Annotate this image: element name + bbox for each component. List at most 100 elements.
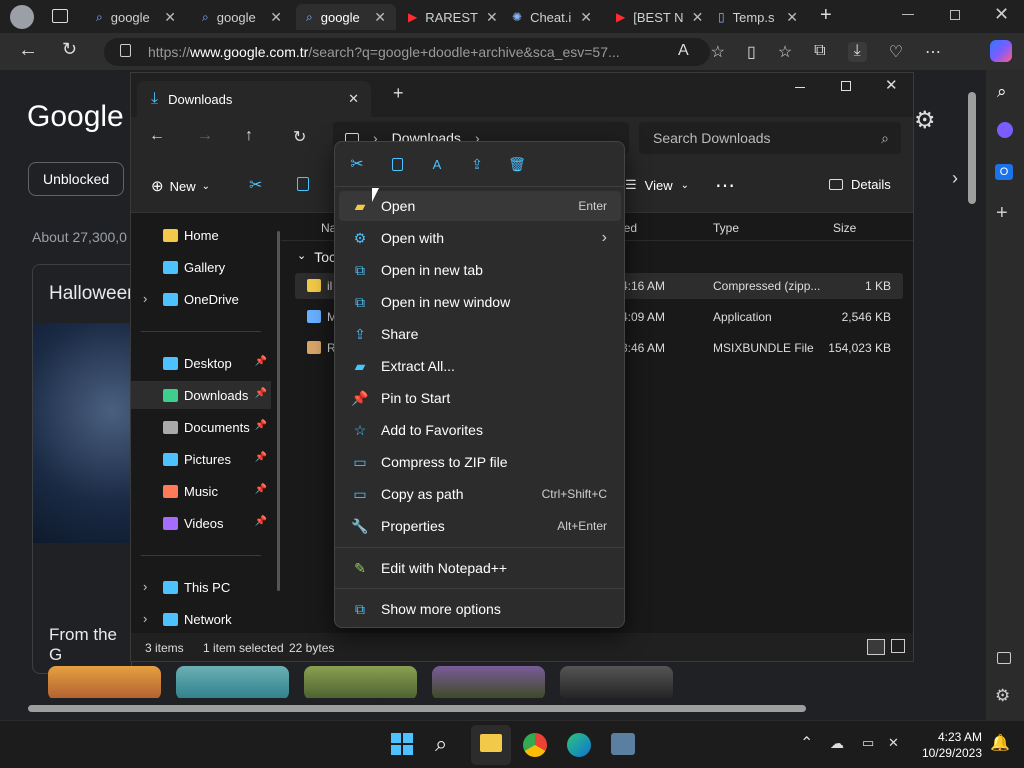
browser-tab[interactable]: ⌕ google ✕ (296, 4, 396, 30)
horizontal-scrollbar[interactable] (0, 698, 990, 720)
menu-item-add-to-favorites[interactable]: ☆ Add to Favorites (339, 415, 621, 445)
chrome-icon[interactable] (523, 733, 547, 757)
weather-icon[interactable]: ☁ (830, 735, 844, 752)
details-view-icon[interactable] (867, 639, 885, 655)
thumbnail-3[interactable] (304, 666, 417, 700)
network-icon[interactable]: ▭ (862, 735, 874, 751)
nav-item-documents[interactable]: Documents 📌 (131, 413, 271, 441)
vertical-scrollbar[interactable] (968, 92, 976, 204)
sidebar-toggle-icon[interactable] (997, 652, 1011, 664)
doodle-image[interactable] (33, 323, 131, 543)
volume-mute-icon[interactable]: ✕ (888, 735, 899, 751)
read-aloud-icon[interactable]: A (678, 42, 689, 62)
close-tab-icon[interactable]: ✕ (348, 91, 359, 107)
nav-item-desktop[interactable]: Desktop 📌 (131, 349, 271, 377)
delete-icon[interactable]: 🗑 (505, 152, 529, 176)
url-field[interactable]: https://www.google.com.tr/search?q=googl… (104, 38, 710, 66)
ex-close-icon[interactable]: ✕ (885, 76, 898, 94)
card-title[interactable]: Halloween (33, 265, 131, 323)
minimize-icon[interactable] (902, 14, 914, 15)
new-explorer-tab-button[interactable]: + (393, 83, 404, 104)
chevron-right-icon[interactable]: › (143, 579, 147, 594)
nav-item-downloads[interactable]: Downloads 📌 (131, 381, 271, 409)
terminal-icon[interactable] (611, 733, 635, 755)
more-menu-icon[interactable]: ⋯ (925, 42, 941, 62)
nav-item-home[interactable]: Home (131, 221, 271, 249)
nav-item-onedrive[interactable]: › OneDrive (131, 285, 271, 313)
scroll-thumb[interactable] (28, 705, 806, 712)
file-explorer-taskbar-icon[interactable] (471, 725, 511, 765)
details-button[interactable]: Details (829, 177, 891, 192)
split-screen-icon[interactable]: ▯ (747, 42, 756, 62)
copilot-sidebar-icon[interactable] (997, 122, 1013, 138)
explorer-tab[interactable]: ⤓ Downloads ✕ (137, 81, 371, 117)
browser-tab[interactable]: ▶ [BEST N ✕ (606, 4, 706, 30)
thumbnail-1[interactable] (48, 666, 161, 700)
favorite-icon[interactable]: ☆ (711, 42, 725, 62)
add-icon[interactable]: + (996, 202, 1008, 225)
thumbnail-2[interactable] (176, 666, 289, 700)
column-type[interactable]: Type (713, 221, 739, 235)
menu-item-share[interactable]: ⇪ Share (339, 319, 621, 349)
browser-tab[interactable]: ▶ RAREST ✕ (398, 4, 498, 30)
cut-icon[interactable]: ✂ (345, 152, 369, 176)
downloads-button[interactable]: ⤓ (847, 42, 867, 62)
browser-tab[interactable]: ⌕ google ✕ (86, 4, 186, 30)
start-icon[interactable] (391, 733, 413, 755)
close-tab-icon[interactable]: ✕ (692, 9, 704, 26)
notification-bell-icon[interactable]: 🔔 (990, 733, 1010, 753)
favorites-icon[interactable]: ☆ (778, 42, 792, 62)
menu-item-show-more-options[interactable]: ⧉ Show more options (339, 594, 621, 624)
outlook-icon[interactable]: O (995, 164, 1013, 180)
copilot-icon[interactable] (990, 40, 1012, 62)
filter-chip-unblocked[interactable]: Unblocked (28, 162, 125, 196)
menu-item-extract-all[interactable]: ▰ Extract All... (339, 351, 621, 381)
profile-avatar[interactable] (10, 5, 34, 29)
thumbnail-5[interactable] (560, 666, 673, 700)
copy-icon[interactable] (385, 152, 409, 176)
health-icon[interactable]: ♡ (889, 42, 903, 62)
nav-item-network[interactable]: › Network (131, 605, 271, 633)
ex-refresh-icon[interactable]: ↻ (293, 127, 306, 147)
menu-item-copy-as-path[interactable]: ▭ Copy as path Ctrl+Shift+C (339, 479, 621, 509)
nav-item-music[interactable]: Music 📌 (131, 477, 271, 505)
chevron-right-icon[interactable]: › (952, 168, 958, 189)
ex-minimize-icon[interactable] (795, 87, 805, 88)
column-size[interactable]: Size (833, 221, 856, 235)
see-more-icon[interactable]: ⋯ (715, 173, 735, 198)
settings-icon[interactable]: ⚙ (995, 686, 1010, 706)
close-tab-icon[interactable]: ✕ (270, 9, 282, 26)
ex-back-icon[interactable]: ← (149, 127, 165, 145)
settings-gear-icon[interactable]: ⚙ (914, 106, 936, 135)
refresh-icon[interactable]: ↻ (62, 39, 77, 60)
menu-item-open-with[interactable]: ⚙ Open with › (339, 223, 621, 253)
nav-scrollbar[interactable] (277, 231, 280, 591)
chevron-up-icon[interactable]: ⌃ (800, 733, 813, 753)
nav-item-pictures[interactable]: Pictures 📌 (131, 445, 271, 473)
nav-item-gallery[interactable]: Gallery (131, 253, 271, 281)
menu-item-edit-with-notepad[interactable]: ✎ Edit with Notepad++ (339, 553, 621, 583)
menu-item-open-in-new-tab[interactable]: ⧉ Open in new tab (339, 255, 621, 285)
explorer-search-field[interactable]: Search Downloads ⌕ (639, 122, 901, 154)
close-tab-icon[interactable]: ✕ (486, 9, 498, 26)
google-logo[interactable]: Google (27, 100, 124, 134)
thumbnail-4[interactable] (432, 666, 545, 700)
collections-icon[interactable]: ⧉ (814, 42, 825, 62)
back-icon[interactable]: ← (18, 39, 38, 62)
menu-item-properties[interactable]: 🔧 Properties Alt+Enter (339, 511, 621, 541)
search-icon[interactable]: ⌕ (435, 731, 447, 757)
nav-item-this-pc[interactable]: › This PC (131, 573, 271, 601)
view-button[interactable]: ☰ View ⌄ (625, 177, 689, 193)
close-tab-icon[interactable]: ✕ (164, 9, 176, 26)
tiles-view-icon[interactable] (891, 639, 905, 653)
browser-tab[interactable]: ⌕ google ✕ (192, 4, 292, 30)
rename-icon[interactable]: A (425, 152, 449, 176)
menu-item-open[interactable]: ▰ Open Enter (339, 191, 621, 221)
chevron-right-icon[interactable]: › (143, 611, 147, 626)
group-header[interactable]: ⌄ Toc (297, 249, 336, 265)
search-icon[interactable]: ⌕ (997, 82, 1007, 102)
close-window-icon[interactable]: ✕ (994, 4, 1009, 25)
nav-item-videos[interactable]: Videos 📌 (131, 509, 271, 537)
ex-maximize-icon[interactable] (841, 81, 851, 91)
clock[interactable]: 4:23 AM 10/29/2023 (916, 729, 982, 761)
